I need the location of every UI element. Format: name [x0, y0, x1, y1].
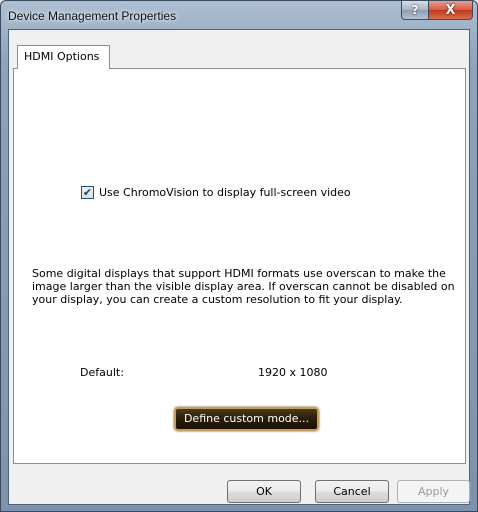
- default-resolution-value: 1920 x 1080: [258, 366, 328, 379]
- define-custom-mode-button[interactable]: Define custom mode...: [174, 407, 319, 431]
- close-icon: X: [445, 2, 456, 18]
- close-button[interactable]: X: [429, 1, 473, 20]
- window-title: Device Management Properties: [8, 9, 177, 23]
- caption-buttons: ? X: [401, 1, 473, 20]
- tab-label: HDMI Options: [24, 50, 100, 63]
- properties-window: Device Management Properties ? X HDMI Op…: [0, 0, 478, 512]
- cancel-button[interactable]: Cancel: [315, 480, 389, 503]
- help-button[interactable]: ?: [401, 1, 429, 20]
- checkmark-icon: ✔: [82, 186, 93, 199]
- chromovision-checkbox-label[interactable]: Use ChromoVision to display full-screen …: [99, 186, 351, 199]
- chromovision-option[interactable]: ✔ Use ChromoVision to display full-scree…: [81, 186, 351, 199]
- help-icon: ?: [411, 3, 419, 17]
- default-resolution-label: Default:: [80, 366, 124, 379]
- chromovision-checkbox[interactable]: ✔: [81, 186, 94, 199]
- tab-hdmi-options[interactable]: HDMI Options: [17, 45, 110, 69]
- apply-button[interactable]: Apply: [397, 480, 470, 503]
- tab-panel: ✔ Use ChromoVision to display full-scree…: [13, 68, 466, 464]
- dialog-client-area: HDMI Options ✔ Use ChromoVision to displ…: [8, 29, 470, 505]
- ok-button[interactable]: OK: [227, 480, 301, 503]
- overscan-description: Some digital displays that support HDMI …: [32, 267, 455, 306]
- title-bar[interactable]: Device Management Properties ? X: [1, 1, 477, 29]
